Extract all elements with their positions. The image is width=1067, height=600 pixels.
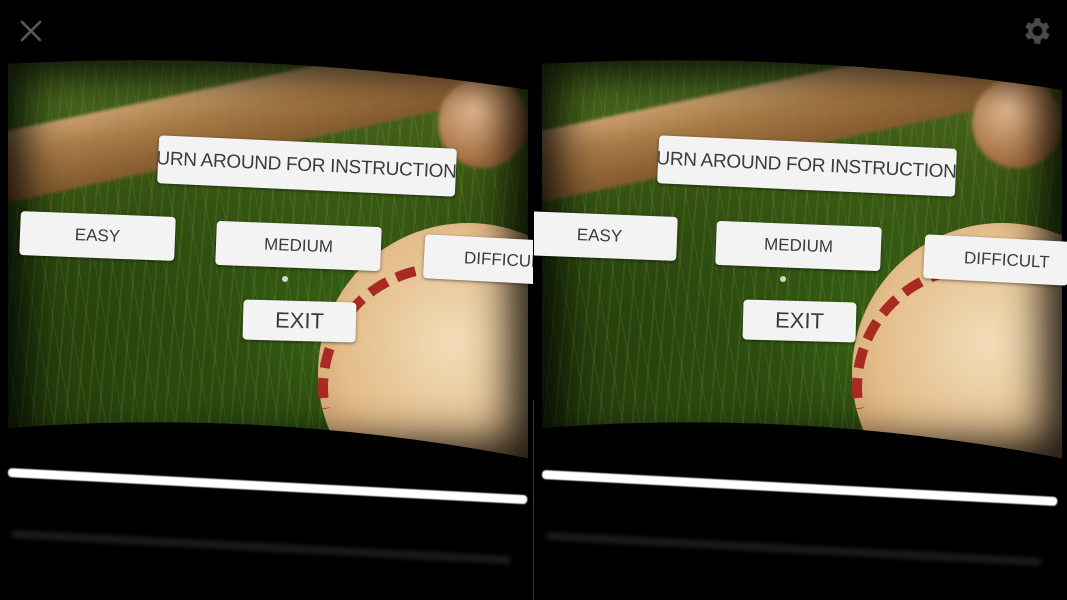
difficult-button[interactable]: DIFFICULT (922, 234, 1067, 286)
exit-button[interactable]: EXIT (742, 299, 857, 343)
left-eye-viewport: TURN AROUND FOR INSTRUCTIONS EASY MEDIUM… (0, 0, 533, 600)
easy-button[interactable]: EASY (19, 211, 176, 261)
exit-button[interactable]: EXIT (242, 299, 357, 343)
floor-line (541, 470, 1058, 506)
easy-button[interactable]: EASY (534, 211, 678, 261)
floor-line (7, 468, 528, 505)
right-eye-viewport: TURN AROUND FOR INSTRUCTIONS EASY MEDIUM… (534, 0, 1067, 600)
gaze-reticle (780, 276, 786, 282)
medium-button[interactable]: MEDIUM (215, 220, 382, 272)
medium-button[interactable]: MEDIUM (715, 220, 882, 272)
difficult-button[interactable]: DIFFICULT (422, 234, 533, 286)
gaze-reticle (282, 276, 288, 282)
